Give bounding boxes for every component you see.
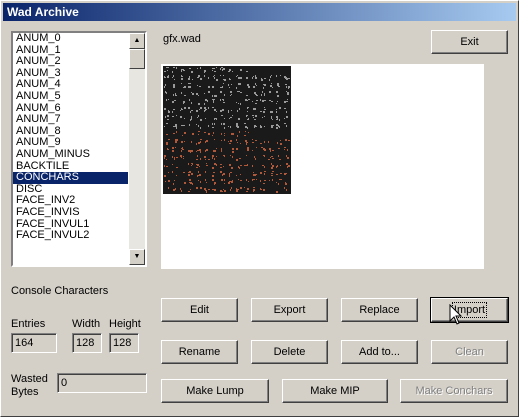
- lump-list-items: ANUM_0 ANUM_1 ANUM_2 ANUM_3 ANUM_4 ANUM_5 ANUM…: [13, 33, 128, 242]
- arrow-up-icon[interactable]: ▲: [129, 33, 145, 49]
- rename-button[interactable]: Rename: [161, 340, 238, 364]
- conchars-image: [163, 66, 291, 194]
- wad-filename: gfx.wad: [163, 33, 201, 45]
- export-button[interactable]: Export: [251, 298, 328, 322]
- make-lump-button[interactable]: Make Lump: [161, 379, 269, 403]
- list-item[interactable]: ANUM_MINUS: [13, 148, 128, 161]
- export-button-label: Export: [273, 304, 306, 316]
- list-scrollbar[interactable]: ▲ ▼: [129, 33, 145, 265]
- arrow-down-icon[interactable]: ▼: [129, 249, 145, 265]
- wasted-bytes-field: 0: [57, 373, 147, 393]
- list-item[interactable]: ANUM_7: [13, 114, 128, 126]
- edit-button[interactable]: Edit: [161, 298, 238, 322]
- lump-list[interactable]: ANUM_0 ANUM_1 ANUM_2 ANUM_3 ANUM_4 ANUM_5 ANUM…: [11, 31, 147, 267]
- lump-preview: [161, 64, 484, 269]
- make-mip-button[interactable]: Make MIP: [282, 379, 388, 403]
- delete-button-label: Delete: [273, 346, 306, 358]
- import-button[interactable]: Import: [430, 297, 509, 323]
- entries-field: 164: [11, 333, 57, 353]
- list-item[interactable]: ANUM_0: [13, 33, 128, 45]
- rename-button-label: Rename: [178, 346, 221, 358]
- list-item[interactable]: FACE_INVUL2: [13, 229, 128, 242]
- exit-button-label: Exit: [460, 36, 479, 48]
- mouse-pointer-icon: [449, 304, 463, 325]
- width-field: 128: [72, 333, 102, 353]
- height-field: 128: [109, 333, 139, 353]
- exit-button[interactable]: Exit: [431, 30, 508, 54]
- delete-button[interactable]: Delete: [251, 340, 328, 364]
- edit-button-label: Edit: [190, 304, 209, 316]
- list-item[interactable]: ANUM_5: [13, 90, 128, 103]
- scrollbar-thumb[interactable]: [129, 49, 145, 69]
- title-bar: Wad Archive: [3, 3, 516, 21]
- replace-button-label: Replace: [359, 304, 400, 316]
- clean-button-label: Clean: [455, 346, 484, 358]
- width-label: Width: [72, 318, 101, 330]
- add-to-button-label: Add to...: [359, 346, 400, 358]
- wasted-label-line2: Bytes: [11, 386, 39, 398]
- wasted-label-line1: Wasted: [11, 373, 48, 385]
- height-label: Height: [109, 318, 141, 330]
- list-item[interactable]: FACE_INVIS: [13, 206, 128, 219]
- make-conchars-button[interactable]: Make Conchars: [400, 379, 508, 403]
- clean-button[interactable]: Clean: [431, 340, 508, 364]
- list-item[interactable]: CONCHARS: [13, 172, 128, 184]
- add-to-button[interactable]: Add to...: [341, 340, 418, 364]
- entries-label: Entries: [11, 318, 46, 330]
- wad-archive-window: Wad Archive ANUM_0 ANUM_1 ANUM_2 ANUM_3 ANUM…: [0, 0, 519, 417]
- make-lump-button-label: Make Lump: [186, 385, 244, 397]
- replace-button[interactable]: Replace: [341, 298, 418, 322]
- make-mip-button-label: Make MIP: [310, 385, 360, 397]
- make-conchars-button-label: Make Conchars: [415, 385, 493, 397]
- lump-description: Console Characters: [11, 285, 109, 297]
